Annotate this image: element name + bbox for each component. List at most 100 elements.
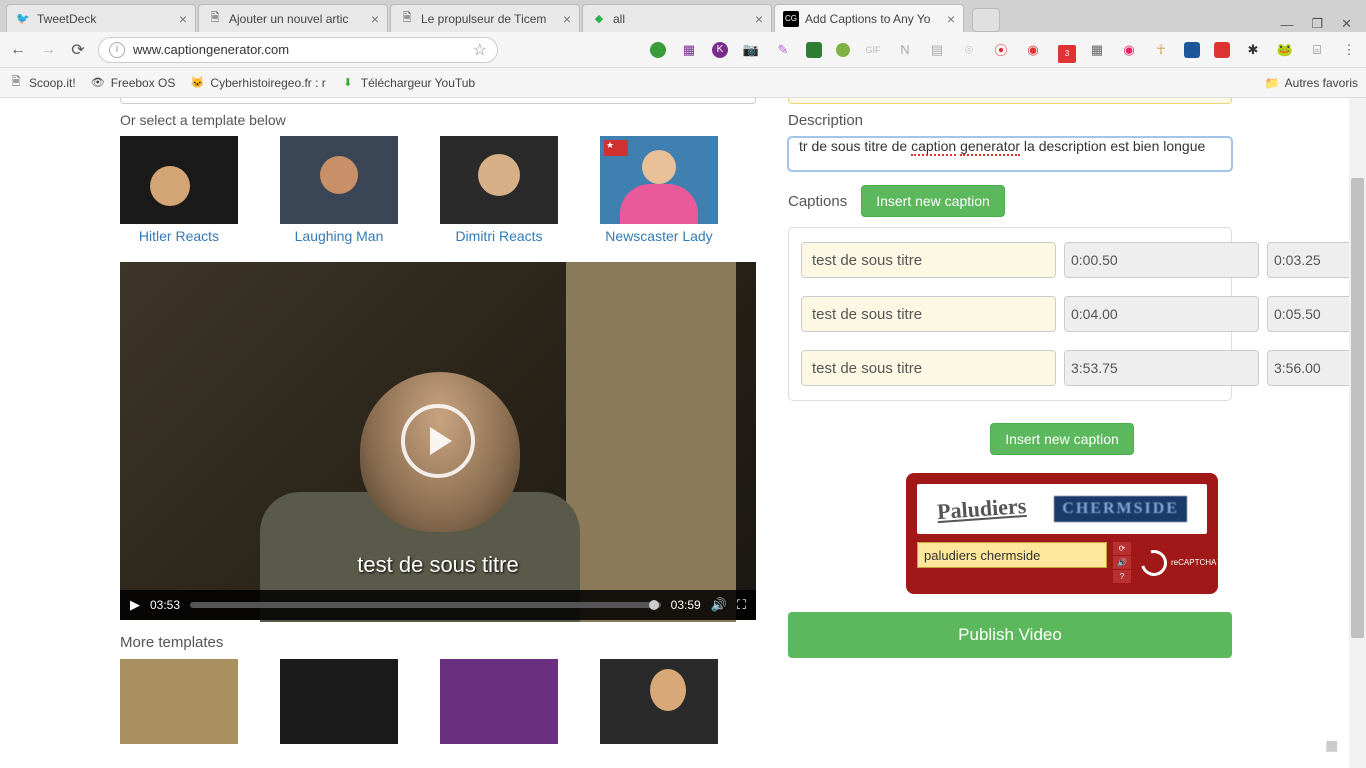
extension-icon[interactable] bbox=[836, 43, 850, 57]
star-icon[interactable]: ☆ bbox=[473, 40, 487, 60]
extension-icon[interactable] bbox=[1214, 42, 1230, 58]
close-icon[interactable]: × bbox=[563, 11, 571, 27]
minimize-icon[interactable]: — bbox=[1280, 17, 1293, 32]
extension-icon[interactable]: ✱ bbox=[1244, 41, 1262, 59]
template-thumb[interactable] bbox=[600, 659, 718, 744]
browser-tab[interactable]: 🐦 TweetDeck × bbox=[6, 4, 196, 32]
captcha-help-icon[interactable]: ? bbox=[1113, 570, 1131, 583]
captcha-refresh-icon[interactable]: ⟳ bbox=[1113, 542, 1131, 555]
template-item[interactable]: Dimitri Reacts bbox=[440, 136, 558, 244]
extension-icon[interactable]: N bbox=[896, 41, 914, 59]
close-icon[interactable]: × bbox=[179, 11, 187, 27]
extension-icon[interactable]: GIF bbox=[864, 41, 882, 59]
play-button[interactable] bbox=[401, 404, 475, 478]
captcha-image: Paludiers CHERMSIDE bbox=[917, 484, 1207, 534]
caption-text-input[interactable] bbox=[801, 296, 1056, 332]
volume-icon[interactable]: 🔊 bbox=[711, 597, 727, 613]
tab-title: TweetDeck bbox=[37, 12, 173, 26]
template-item[interactable]: Newscaster Lady bbox=[600, 136, 718, 244]
extension-icon[interactable]: ◉ bbox=[1120, 41, 1138, 59]
extension-icon[interactable]: ✎ bbox=[774, 41, 792, 59]
template-item[interactable]: Hitler Reacts bbox=[120, 136, 238, 244]
extension-icon[interactable] bbox=[1184, 42, 1200, 58]
recaptcha-icon bbox=[1136, 545, 1172, 581]
bookmark-item[interactable]: 🗎 Scoop.it! bbox=[8, 75, 76, 91]
bookmark-icon: 🗎 bbox=[8, 75, 24, 91]
new-tab-button[interactable] bbox=[972, 8, 1000, 32]
close-icon[interactable]: × bbox=[371, 11, 379, 27]
video-url-input[interactable] bbox=[120, 98, 756, 104]
bookmark-icon: 👁 bbox=[90, 75, 106, 91]
extension-icon[interactable]: 🐸 bbox=[1276, 41, 1294, 59]
browser-toolbar: ← → ⟳ i www.captiongenerator.com ☆ ▦ K 📷… bbox=[0, 32, 1366, 68]
more-templates-label: More templates bbox=[120, 634, 788, 651]
twitter-icon: 🐦 bbox=[15, 11, 31, 27]
play-icon[interactable]: ▶ bbox=[130, 597, 140, 613]
template-thumb bbox=[120, 136, 238, 224]
recaptcha-label: reCAPTCHA™ bbox=[1171, 558, 1224, 567]
video-player[interactable]: test de sous titre ▶ 03:53 03:59 🔊 ⛶ bbox=[120, 262, 756, 620]
caption-text-input[interactable] bbox=[801, 242, 1056, 278]
extension-icon[interactable]: ⬚3 bbox=[1056, 41, 1074, 59]
insert-button-wrap: Insert new caption bbox=[788, 423, 1336, 455]
caption-text-input[interactable] bbox=[801, 350, 1056, 386]
back-button[interactable]: ← bbox=[8, 40, 28, 60]
template-thumb[interactable] bbox=[280, 659, 398, 744]
browser-tab[interactable]: 🗎 Ajouter un nouvel artic × bbox=[198, 4, 388, 32]
other-bookmarks[interactable]: 📁Autres favoris bbox=[1265, 76, 1358, 90]
browser-tab[interactable]: 🗎 Le propulseur de Ticem × bbox=[390, 4, 580, 32]
caption-start-input[interactable] bbox=[1064, 296, 1259, 332]
reload-button[interactable]: ⟳ bbox=[68, 40, 88, 60]
insert-caption-button[interactable]: Insert new caption bbox=[861, 185, 1005, 217]
captions-header: Captions Insert new caption bbox=[788, 185, 1336, 217]
captcha-word: CHERMSIDE bbox=[1054, 496, 1187, 522]
bookmark-item[interactable]: 🐱Cyberhistoiregeo.fr : r bbox=[189, 75, 325, 91]
publish-button[interactable]: Publish Video bbox=[788, 612, 1232, 658]
close-icon[interactable]: × bbox=[755, 11, 763, 27]
maximize-icon[interactable]: ❐ bbox=[1311, 16, 1323, 32]
cast-icon[interactable]: ⌸ bbox=[1308, 41, 1326, 59]
description-input[interactable]: tr de sous titre de caption generator la… bbox=[788, 137, 1232, 171]
extension-icon[interactable]: ▤ bbox=[928, 41, 946, 59]
bookmark-item[interactable]: ⬇Téléchargeur YouTub bbox=[340, 75, 475, 91]
forward-button[interactable]: → bbox=[38, 40, 58, 60]
browser-tab-active[interactable]: CG Add Captions to Any Yo × bbox=[774, 4, 964, 32]
caption-start-input[interactable] bbox=[1064, 242, 1259, 278]
extension-icon[interactable]: ⦿ bbox=[992, 41, 1010, 59]
extension-icon[interactable]: 📷 bbox=[742, 41, 760, 59]
bookmark-label: Téléchargeur YouTub bbox=[361, 76, 475, 90]
caption-start-input[interactable] bbox=[1064, 350, 1259, 386]
template-item[interactable]: Laughing Man bbox=[280, 136, 398, 244]
extension-icon[interactable]: K bbox=[712, 42, 728, 58]
tab-strip: 🐦 TweetDeck × 🗎 Ajouter un nouvel artic … bbox=[0, 0, 1366, 32]
captcha-audio-icon[interactable]: 🔊 bbox=[1113, 556, 1131, 569]
browser-tab[interactable]: ◆ all × bbox=[582, 4, 772, 32]
title-input[interactable] bbox=[788, 98, 1232, 104]
extension-icon[interactable]: ⌾ bbox=[960, 41, 978, 59]
template-thumb[interactable] bbox=[120, 659, 238, 744]
close-window-icon[interactable]: ✕ bbox=[1341, 16, 1352, 32]
insert-caption-button-bottom[interactable]: Insert new caption bbox=[990, 423, 1134, 455]
captcha-input[interactable] bbox=[917, 542, 1107, 568]
extension-icon[interactable] bbox=[806, 42, 822, 58]
extension-icon[interactable]: ▦ bbox=[1088, 41, 1106, 59]
video-controls: ▶ 03:53 03:59 🔊 ⛶ bbox=[120, 590, 756, 620]
tab-title: Ajouter un nouvel artic bbox=[229, 12, 365, 26]
template-thumb[interactable] bbox=[440, 659, 558, 744]
menu-icon[interactable]: ⋮ bbox=[1340, 41, 1358, 59]
extension-icon[interactable]: ◉ bbox=[1024, 41, 1042, 59]
site-icon: CG bbox=[783, 11, 799, 27]
info-icon[interactable]: i bbox=[109, 42, 125, 58]
close-icon[interactable]: × bbox=[947, 11, 955, 27]
bookmark-label: Scoop.it! bbox=[29, 76, 76, 90]
extension-icon[interactable]: ☥ bbox=[1152, 41, 1170, 59]
url-text: www.captiongenerator.com bbox=[133, 42, 473, 57]
fullscreen-icon[interactable]: ⛶ bbox=[737, 597, 746, 613]
scrollbar-thumb[interactable] bbox=[1351, 178, 1364, 638]
extension-icon[interactable] bbox=[650, 42, 666, 58]
bookmark-item[interactable]: 👁Freebox OS bbox=[90, 75, 176, 91]
scrollbar-track[interactable] bbox=[1349, 98, 1366, 768]
seek-bar[interactable] bbox=[190, 602, 661, 608]
extension-icon[interactable]: ▦ bbox=[680, 41, 698, 59]
address-bar[interactable]: i www.captiongenerator.com ☆ bbox=[98, 37, 498, 63]
